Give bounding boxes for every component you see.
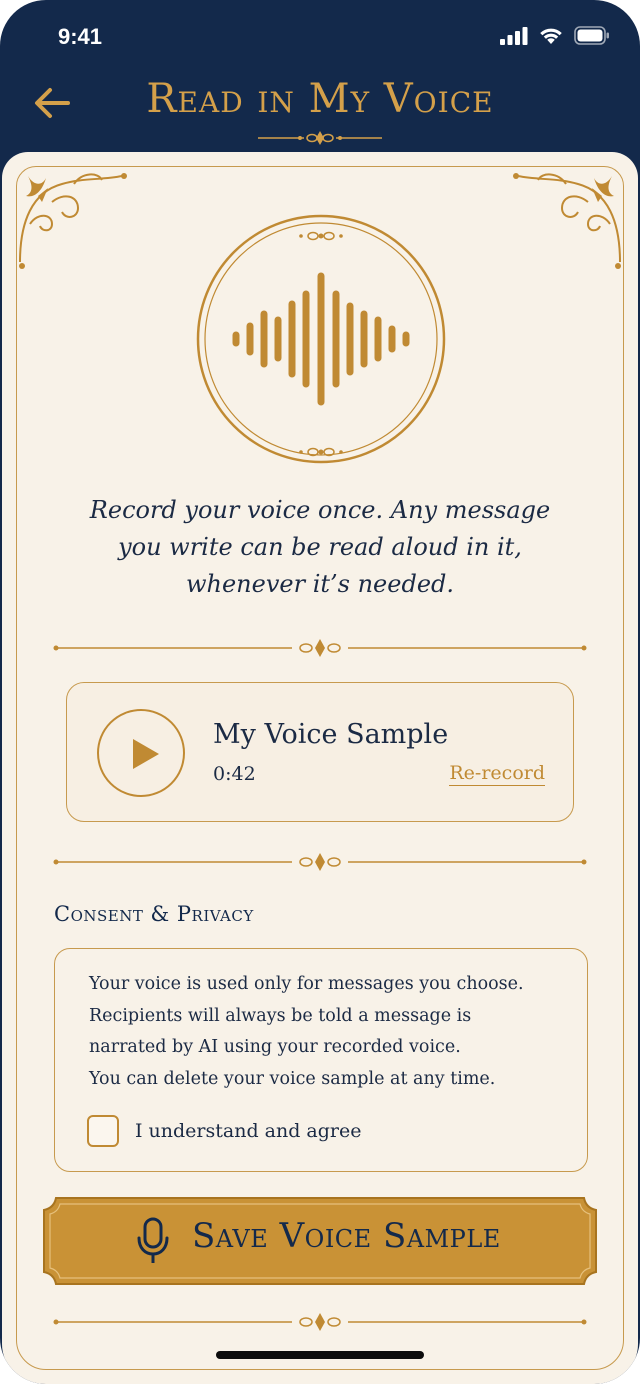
sample-title: My Voice Sample: [213, 719, 449, 750]
wifi-icon: [540, 28, 562, 44]
battery-icon: [574, 26, 609, 45]
consent-line: Your voice is used only for messages you…: [89, 974, 524, 994]
play-icon: [133, 739, 159, 769]
agree-label: I understand and agree: [135, 1120, 362, 1142]
header: Read in My Voice: [0, 70, 640, 154]
sample-duration: 0:42: [213, 763, 256, 785]
ornamental-divider: [53, 639, 587, 657]
play-button[interactable]: [97, 709, 185, 797]
home-indicator[interactable]: [216, 1351, 424, 1359]
consent-line: You can delete your voice sample at any …: [89, 1068, 496, 1089]
save-voice-sample-button[interactable]: Save Voice Sample: [42, 1196, 598, 1286]
content-sheet: Record your voice once. Any message you …: [2, 152, 638, 1384]
status-icons: [500, 26, 610, 45]
microphone-icon: [137, 1217, 169, 1263]
consent-heading: Consent & Privacy: [54, 902, 254, 926]
consent-box: Your voice is used only for messages you…: [54, 948, 588, 1172]
voice-waveform-medallion: [196, 214, 446, 464]
consent-line: Recipients will always be told a message…: [89, 1005, 472, 1026]
voice-sample-card: My Voice Sample 0:42 Re-record: [66, 682, 574, 822]
page-title: Read in My Voice: [146, 76, 494, 122]
consent-text: Your voice is used only for messages you…: [89, 969, 569, 1095]
intro-line: you write can be read aloud in it,: [118, 533, 522, 561]
intro-text: Record your voice once. Any message you …: [62, 492, 578, 603]
intro-line: whenever it’s needed.: [185, 570, 455, 598]
signal-icon: [500, 26, 528, 45]
corner-flourish-left-icon: [19, 173, 127, 269]
app-screen: 9:41 Read in My Voice Record your voice …: [0, 0, 640, 1384]
status-time: 9:41: [58, 24, 103, 49]
status-bar: 9:41: [0, 0, 640, 70]
intro-line: Record your voice once. Any message: [89, 496, 551, 524]
consent-line: narrated by AI using your recorded voice…: [89, 1037, 461, 1057]
rerecord-link[interactable]: Re-record: [449, 762, 545, 786]
title-ornament: [258, 131, 382, 145]
agree-checkbox-row[interactable]: I understand and agree: [87, 1115, 362, 1147]
ornamental-divider: [53, 853, 587, 871]
agree-checkbox[interactable]: [87, 1115, 119, 1147]
corner-flourish-right-icon: [513, 173, 621, 269]
waveform-icon: [232, 272, 410, 406]
save-button-label: Save Voice Sample: [192, 1216, 501, 1256]
ornamental-divider: [53, 1313, 587, 1331]
